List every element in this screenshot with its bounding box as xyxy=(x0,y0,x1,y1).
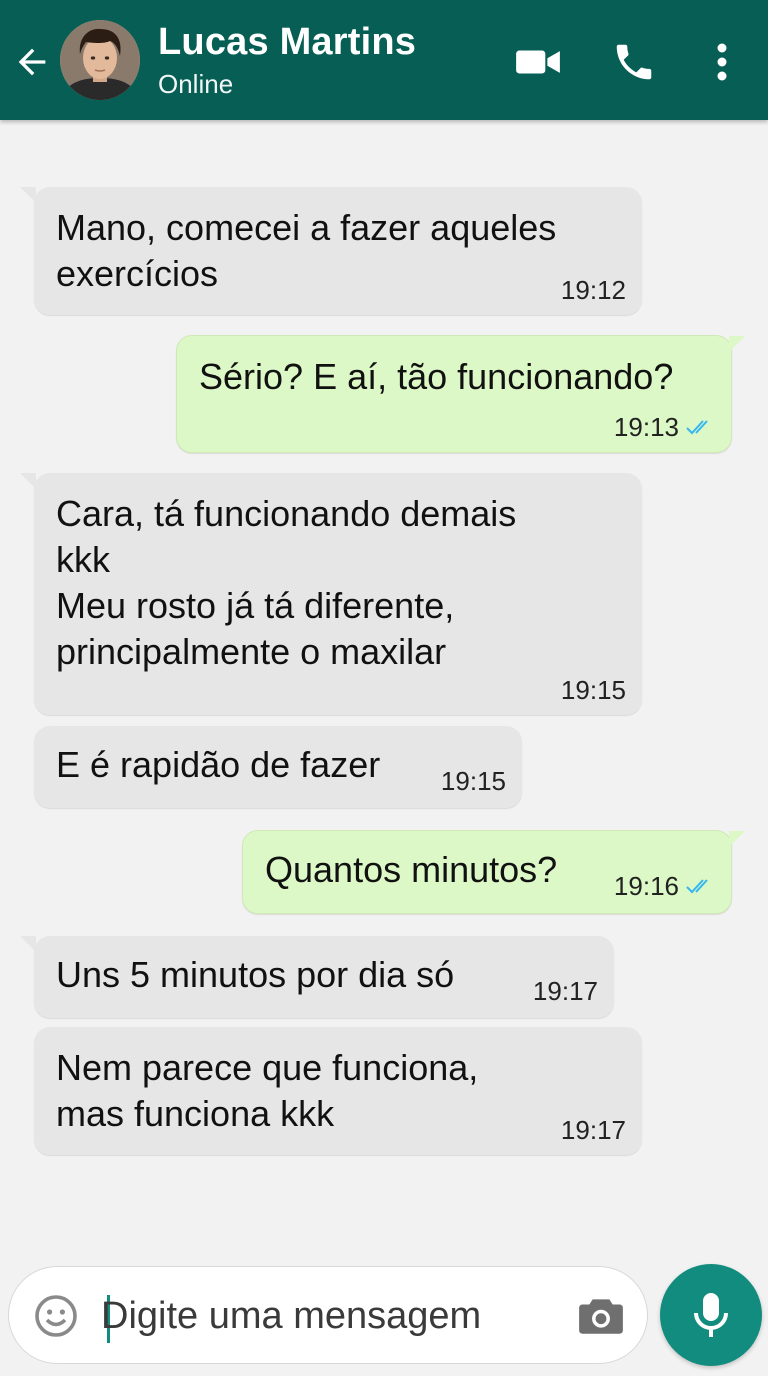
video-call-icon xyxy=(516,50,560,74)
emoji-button[interactable] xyxy=(31,1291,81,1341)
message-bubble-incoming[interactable]: Cara, tá funcionando demais kkk Meu rost… xyxy=(20,473,642,715)
message-bubble-incoming[interactable]: Nem parece que funciona, mas funciona kk… xyxy=(34,1027,642,1155)
message-time: 19:15 xyxy=(440,766,506,796)
message-time: 19:17 xyxy=(560,1115,626,1145)
chat-header: Lucas Martins Online xyxy=(0,0,768,120)
back-button[interactable] xyxy=(10,40,54,84)
message-text: Uns 5 minutos por dia só xyxy=(56,954,455,995)
more-vert-icon xyxy=(717,43,727,81)
message-text: Cara, tá funcionando demais kkk Meu rost… xyxy=(56,493,517,672)
contact-status: Online xyxy=(158,69,234,99)
message-time: 19:13 xyxy=(613,412,679,442)
camera-button[interactable] xyxy=(573,1289,629,1343)
message-time: 19:17 xyxy=(532,976,598,1006)
double-check-read-icon xyxy=(686,420,708,435)
message-bubble-incoming[interactable]: Mano, comecei a fazer aqueles exercícios… xyxy=(20,187,642,315)
contact-info[interactable]: Lucas Martins Online xyxy=(158,20,416,102)
avatar-image xyxy=(60,20,140,100)
message-composer xyxy=(8,1266,648,1364)
message-text: E é rapidão de fazer xyxy=(56,744,381,785)
message-bubble-outgoing[interactable]: Sério? E aí, tão funcionando? 19:13 xyxy=(176,335,745,453)
video-call-button[interactable] xyxy=(512,36,564,88)
voice-call-button[interactable] xyxy=(608,36,660,88)
mic-button[interactable] xyxy=(660,1264,762,1366)
message-time: 19:16 xyxy=(613,871,679,901)
contact-name: Lucas Martins xyxy=(158,21,417,63)
message-text: Sério? E aí, tão funcionando? xyxy=(199,356,674,397)
back-arrow-icon xyxy=(18,48,46,76)
message-bubble-incoming[interactable]: Uns 5 minutos por dia só 19:17 xyxy=(20,936,614,1018)
message-list[interactable]: Mano, comecei a fazer aqueles exercícios… xyxy=(0,120,768,1250)
message-time: 19:12 xyxy=(560,275,626,305)
camera-icon xyxy=(579,1299,623,1334)
mic-icon xyxy=(694,1293,728,1337)
message-input[interactable] xyxy=(101,1289,561,1343)
avatar[interactable] xyxy=(60,20,140,100)
message-text: Quantos minutos? xyxy=(265,849,558,890)
double-check-read-icon xyxy=(686,879,708,894)
message-bubble-incoming[interactable]: E é rapidão de fazer 19:15 xyxy=(34,726,522,808)
phone-icon xyxy=(616,44,652,80)
message-text: Nem parece que funciona, mas funciona kk… xyxy=(56,1047,479,1134)
message-time: 19:15 xyxy=(560,675,626,705)
more-options-button[interactable] xyxy=(700,36,744,88)
message-text: Mano, comecei a fazer aqueles exercícios xyxy=(56,207,557,294)
message-bubble-outgoing[interactable]: Quantos minutos? 19:16 xyxy=(242,830,745,914)
emoji-icon xyxy=(35,1295,77,1337)
